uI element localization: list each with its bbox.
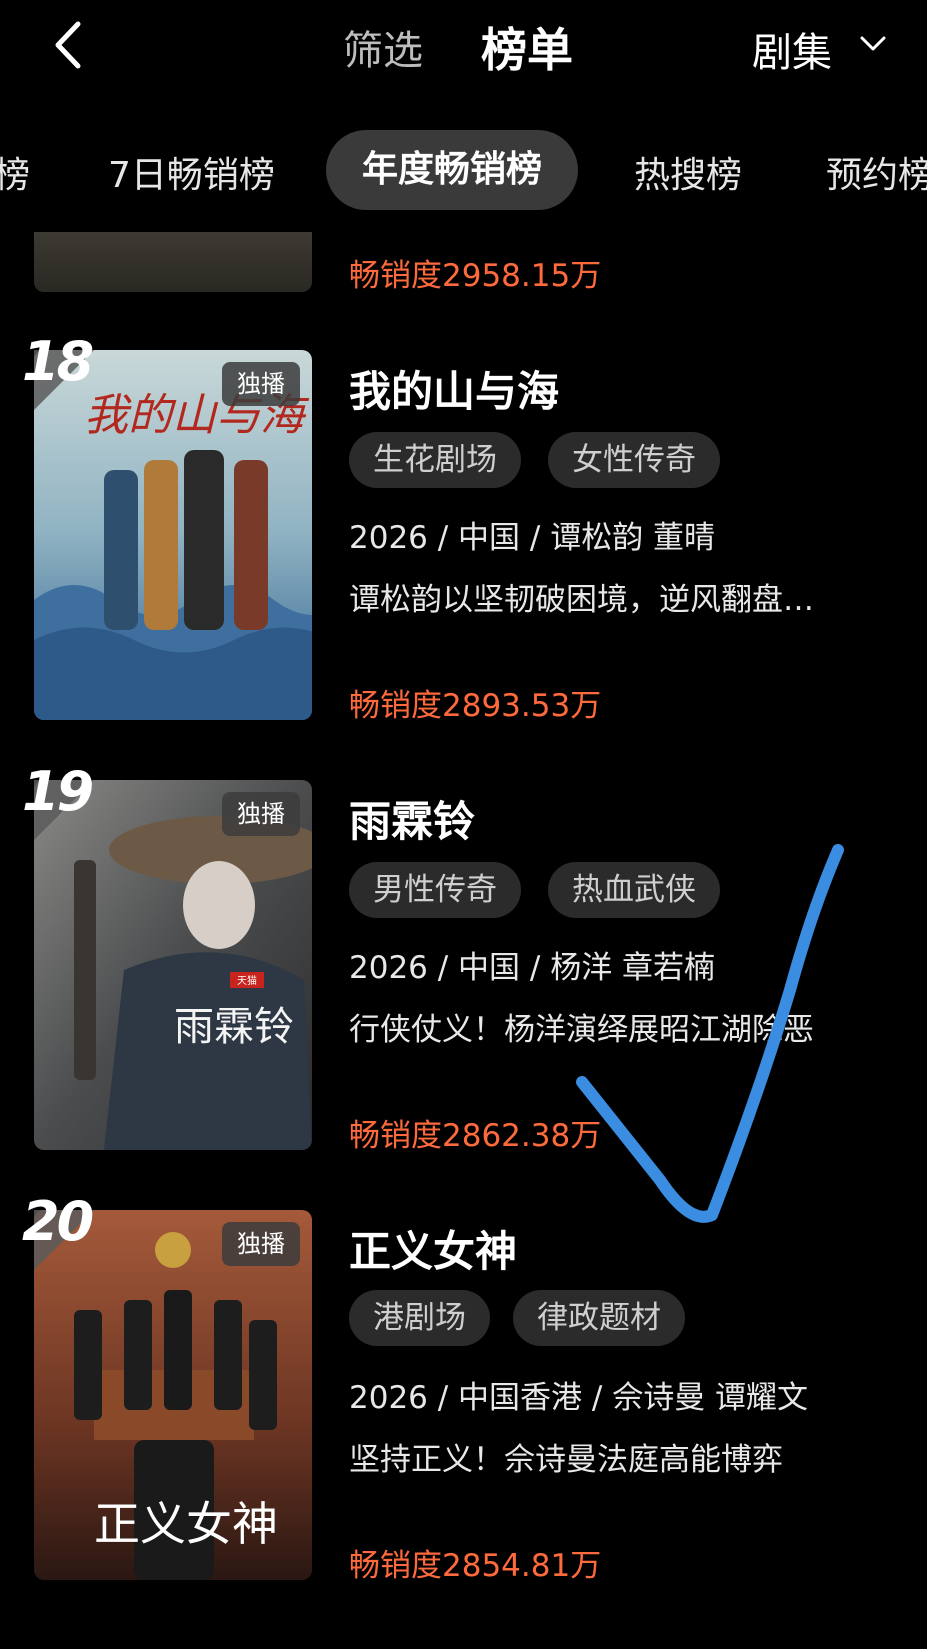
tag[interactable]: 热血武侠 — [548, 862, 720, 918]
exclusive-badge: 独播 — [222, 362, 300, 406]
tag[interactable]: 生花剧场 — [349, 432, 521, 488]
tag[interactable]: 男性传奇 — [349, 862, 521, 918]
item-sales: 畅销度2862.38万 — [349, 1118, 602, 1154]
tab-annual-bestseller[interactable]: 年度畅销榜 — [326, 130, 579, 210]
poster-title-art: 雨霖铃 — [174, 1004, 294, 1050]
ranking-tab[interactable]: 榜单 — [481, 14, 573, 80]
item-title[interactable]: 我的山与海 — [349, 358, 559, 419]
item-description: 谭松韵以坚韧破困境，逆风翻盘… — [349, 582, 814, 618]
item-sales: 畅销度2854.81万 — [349, 1548, 602, 1584]
poster-title-art: 正义女神 — [94, 1497, 278, 1551]
rank-number: 19 — [22, 760, 94, 823]
item-meta: 2026 / 中国香港 / 佘诗曼 谭耀文 — [349, 1380, 809, 1416]
item-title[interactable]: 正义女神 — [349, 1218, 517, 1279]
category-dropdown[interactable]: 剧集 — [752, 20, 832, 78]
exclusive-badge: 独播 — [222, 1222, 300, 1266]
tag[interactable]: 女性传奇 — [548, 432, 720, 488]
rank-number: 18 — [22, 330, 94, 393]
tag[interactable]: 港剧场 — [349, 1290, 490, 1346]
item-sales: 畅销度2893.53万 — [349, 688, 602, 724]
tab-hot-search[interactable]: 热搜榜 — [634, 146, 742, 198]
exclusive-badge: 独播 — [222, 792, 300, 836]
top-bar: 筛选 榜单 剧集 — [0, 0, 927, 95]
tab-partial[interactable]: 榜 — [0, 146, 30, 198]
item-meta: 2026 / 中国 / 谭松韵 董晴 — [349, 520, 716, 556]
item-meta: 2026 / 中国 / 杨洋 章若楠 — [349, 950, 716, 986]
rank-number: 20 — [22, 1190, 94, 1253]
item-description: 行侠仗义！杨洋演绎展昭江湖除恶 — [349, 1012, 814, 1048]
back-button[interactable] — [48, 20, 88, 70]
tab-7day-bestseller[interactable]: 7日畅销榜 — [108, 146, 275, 198]
tab-reservation[interactable]: 预约榜 — [826, 146, 927, 198]
previous-item-poster[interactable] — [34, 232, 312, 292]
poster-logo: 天猫 — [237, 974, 257, 987]
item-title[interactable]: 雨霖铃 — [349, 788, 475, 849]
chevron-left-icon — [55, 21, 81, 69]
ranking-tabs: 榜 7日畅销榜 年度畅销榜 热搜榜 预约榜 — [0, 130, 927, 212]
item-description: 坚持正义！佘诗曼法庭高能博弈 — [349, 1442, 783, 1478]
chevron-down-icon[interactable] — [860, 36, 886, 52]
tag[interactable]: 律政题材 — [513, 1290, 685, 1346]
previous-item-sales: 畅销度2958.15万 — [349, 258, 602, 294]
filter-tab[interactable]: 筛选 — [343, 18, 423, 76]
